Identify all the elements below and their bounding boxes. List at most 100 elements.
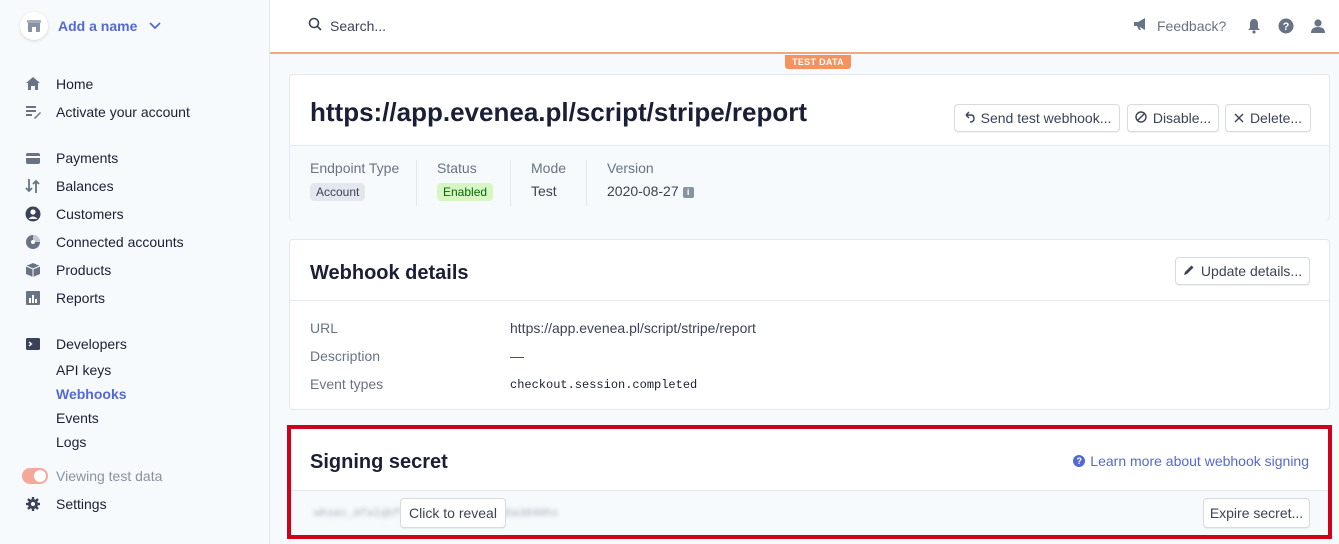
sidebar-item-label: Connected accounts xyxy=(56,234,184,250)
search-input[interactable]: Search... xyxy=(308,17,386,34)
info-icon[interactable]: i xyxy=(682,187,694,198)
meta-version: Version 2020-08-27 i xyxy=(607,160,694,206)
svg-text:?: ? xyxy=(1283,21,1290,33)
sidebar-item-label: Developers xyxy=(56,336,127,352)
viewing-test-data-label: Viewing test data xyxy=(56,468,163,484)
click-to-reveal-label: Click to reveal xyxy=(409,505,497,521)
gear-icon xyxy=(24,495,42,513)
test-data-badge: TEST DATA xyxy=(785,55,851,69)
connected-accounts-icon xyxy=(24,233,42,251)
customers-icon xyxy=(24,205,42,223)
sidebar-item-label: Activate your account xyxy=(56,104,190,120)
version-value: 2020-08-27 xyxy=(607,183,679,199)
disable-button[interactable]: Disable... xyxy=(1127,104,1219,132)
sidebar-subitem-logs[interactable]: Logs xyxy=(56,434,86,450)
version-value-wrap: 2020-08-27 i xyxy=(607,183,694,199)
sidebar-item-label: Payments xyxy=(56,150,119,166)
viewing-test-data-toggle[interactable]: Viewing test data xyxy=(22,466,252,486)
meta-label: Status xyxy=(437,160,477,176)
update-details-button[interactable]: Update details... xyxy=(1175,257,1310,285)
meta-divider xyxy=(416,160,417,206)
sidebar-subitem-events[interactable]: Events xyxy=(56,410,99,426)
reports-icon xyxy=(24,289,42,307)
home-icon xyxy=(24,75,42,93)
sidebar-item-label: Customers xyxy=(56,206,124,222)
endpoint-card: https://app.evenea.pl/script/stripe/repo… xyxy=(289,74,1330,221)
meta-label: Mode xyxy=(531,160,567,176)
store-icon xyxy=(20,12,48,40)
learn-more-link[interactable]: ? Learn more about webhook signing xyxy=(1073,453,1309,469)
account-name: Add a name xyxy=(58,18,138,34)
send-test-webhook-label: Send test webhook... xyxy=(980,110,1112,126)
sidebar-item-reports[interactable]: Reports xyxy=(24,288,254,308)
sidebar: Add a name Home Activate your account Pa… xyxy=(0,0,270,544)
click-to-reveal-button[interactable]: Click to reveal xyxy=(400,498,506,528)
undo-icon xyxy=(963,111,975,126)
expire-secret-button[interactable]: Expire secret... xyxy=(1203,498,1310,528)
sidebar-item-label: Home xyxy=(56,76,94,92)
meta-endpoint-type: Endpoint Type Account xyxy=(310,160,399,206)
chevron-down-icon xyxy=(149,19,161,33)
endpoint-meta: Endpoint Type Account Status Enabled Mod… xyxy=(290,145,1329,221)
endpoint-type-badge: Account xyxy=(310,183,366,201)
meta-label: Version xyxy=(607,160,654,176)
signing-secret-title: Signing secret xyxy=(310,451,448,473)
account-switcher[interactable]: Add a name xyxy=(20,12,161,40)
meta-divider xyxy=(510,160,511,206)
feedback-label: Feedback? xyxy=(1157,17,1227,34)
sidebar-item-payments[interactable]: Payments xyxy=(24,148,254,168)
detail-value-description: — xyxy=(510,348,524,364)
meta-mode: Mode Test xyxy=(531,160,566,206)
sidebar-item-customers[interactable]: Customers xyxy=(24,204,254,224)
megaphone-icon xyxy=(1133,17,1149,34)
signing-secret-row: whsec_AfaIqbf9d7e5c1b2a4c0c566a3840hs Cl… xyxy=(290,490,1329,544)
sidebar-item-connected-accounts[interactable]: Connected accounts xyxy=(24,232,254,252)
sidebar-item-settings[interactable]: Settings xyxy=(24,494,254,514)
delete-button[interactable]: Delete... xyxy=(1225,104,1311,132)
sidebar-item-label: Products xyxy=(56,262,112,278)
webhook-details-title: Webhook details xyxy=(310,262,469,284)
expire-secret-label: Expire secret... xyxy=(1209,505,1304,521)
payments-icon xyxy=(24,149,42,167)
feedback-button[interactable]: Feedback? xyxy=(1133,17,1226,34)
user-icon[interactable] xyxy=(1308,16,1328,36)
balances-icon xyxy=(24,177,42,195)
meta-divider xyxy=(586,160,587,206)
mode-value: Test xyxy=(531,183,557,199)
sidebar-item-products[interactable]: Products xyxy=(24,260,254,280)
products-icon xyxy=(24,261,42,279)
status-badge: Enabled xyxy=(437,183,494,201)
help-icon[interactable]: ? xyxy=(1276,16,1296,36)
terminal-icon xyxy=(24,335,42,353)
test-mode-switch[interactable] xyxy=(22,468,48,484)
delete-label: Delete... xyxy=(1249,110,1303,126)
top-bar: Search... Feedback? ? xyxy=(270,0,1339,54)
learn-more-label: Learn more about webhook signing xyxy=(1090,453,1309,469)
card-divider xyxy=(290,300,1329,301)
webhook-details-card: Webhook details Update details... URL ht… xyxy=(289,239,1330,410)
help-circle-icon: ? xyxy=(1073,455,1086,467)
sidebar-item-home[interactable]: Home xyxy=(24,74,254,94)
sidebar-item-balances[interactable]: Balances xyxy=(24,176,254,196)
pencil-icon xyxy=(1183,264,1195,279)
disable-label: Disable... xyxy=(1152,110,1212,126)
sidebar-item-activate-account[interactable]: Activate your account xyxy=(24,102,254,122)
disable-icon xyxy=(1135,110,1147,126)
detail-value-event-types: checkout.session.completed xyxy=(510,378,698,392)
detail-label-event-types: Event types xyxy=(310,376,384,392)
bell-icon[interactable] xyxy=(1244,16,1264,36)
meta-status: Status Enabled xyxy=(437,160,494,206)
send-test-webhook-button[interactable]: Send test webhook... xyxy=(954,104,1120,132)
meta-label: Endpoint Type xyxy=(310,160,400,176)
detail-label-description: Description xyxy=(310,348,381,364)
search-placeholder: Search... xyxy=(330,17,387,34)
sidebar-subitem-webhooks[interactable]: Webhooks xyxy=(56,386,127,402)
detail-value-url: https://app.evenea.pl/script/stripe/repo… xyxy=(510,320,756,336)
endpoint-url-title: https://app.evenea.pl/script/stripe/repo… xyxy=(310,97,807,127)
close-icon xyxy=(1234,111,1244,126)
sidebar-item-label: Reports xyxy=(56,290,106,306)
sidebar-item-label: Settings xyxy=(56,496,107,512)
sidebar-item-label: Balances xyxy=(56,178,114,194)
sidebar-item-developers[interactable]: Developers xyxy=(24,334,254,354)
sidebar-subitem-api-keys[interactable]: API keys xyxy=(56,362,111,378)
